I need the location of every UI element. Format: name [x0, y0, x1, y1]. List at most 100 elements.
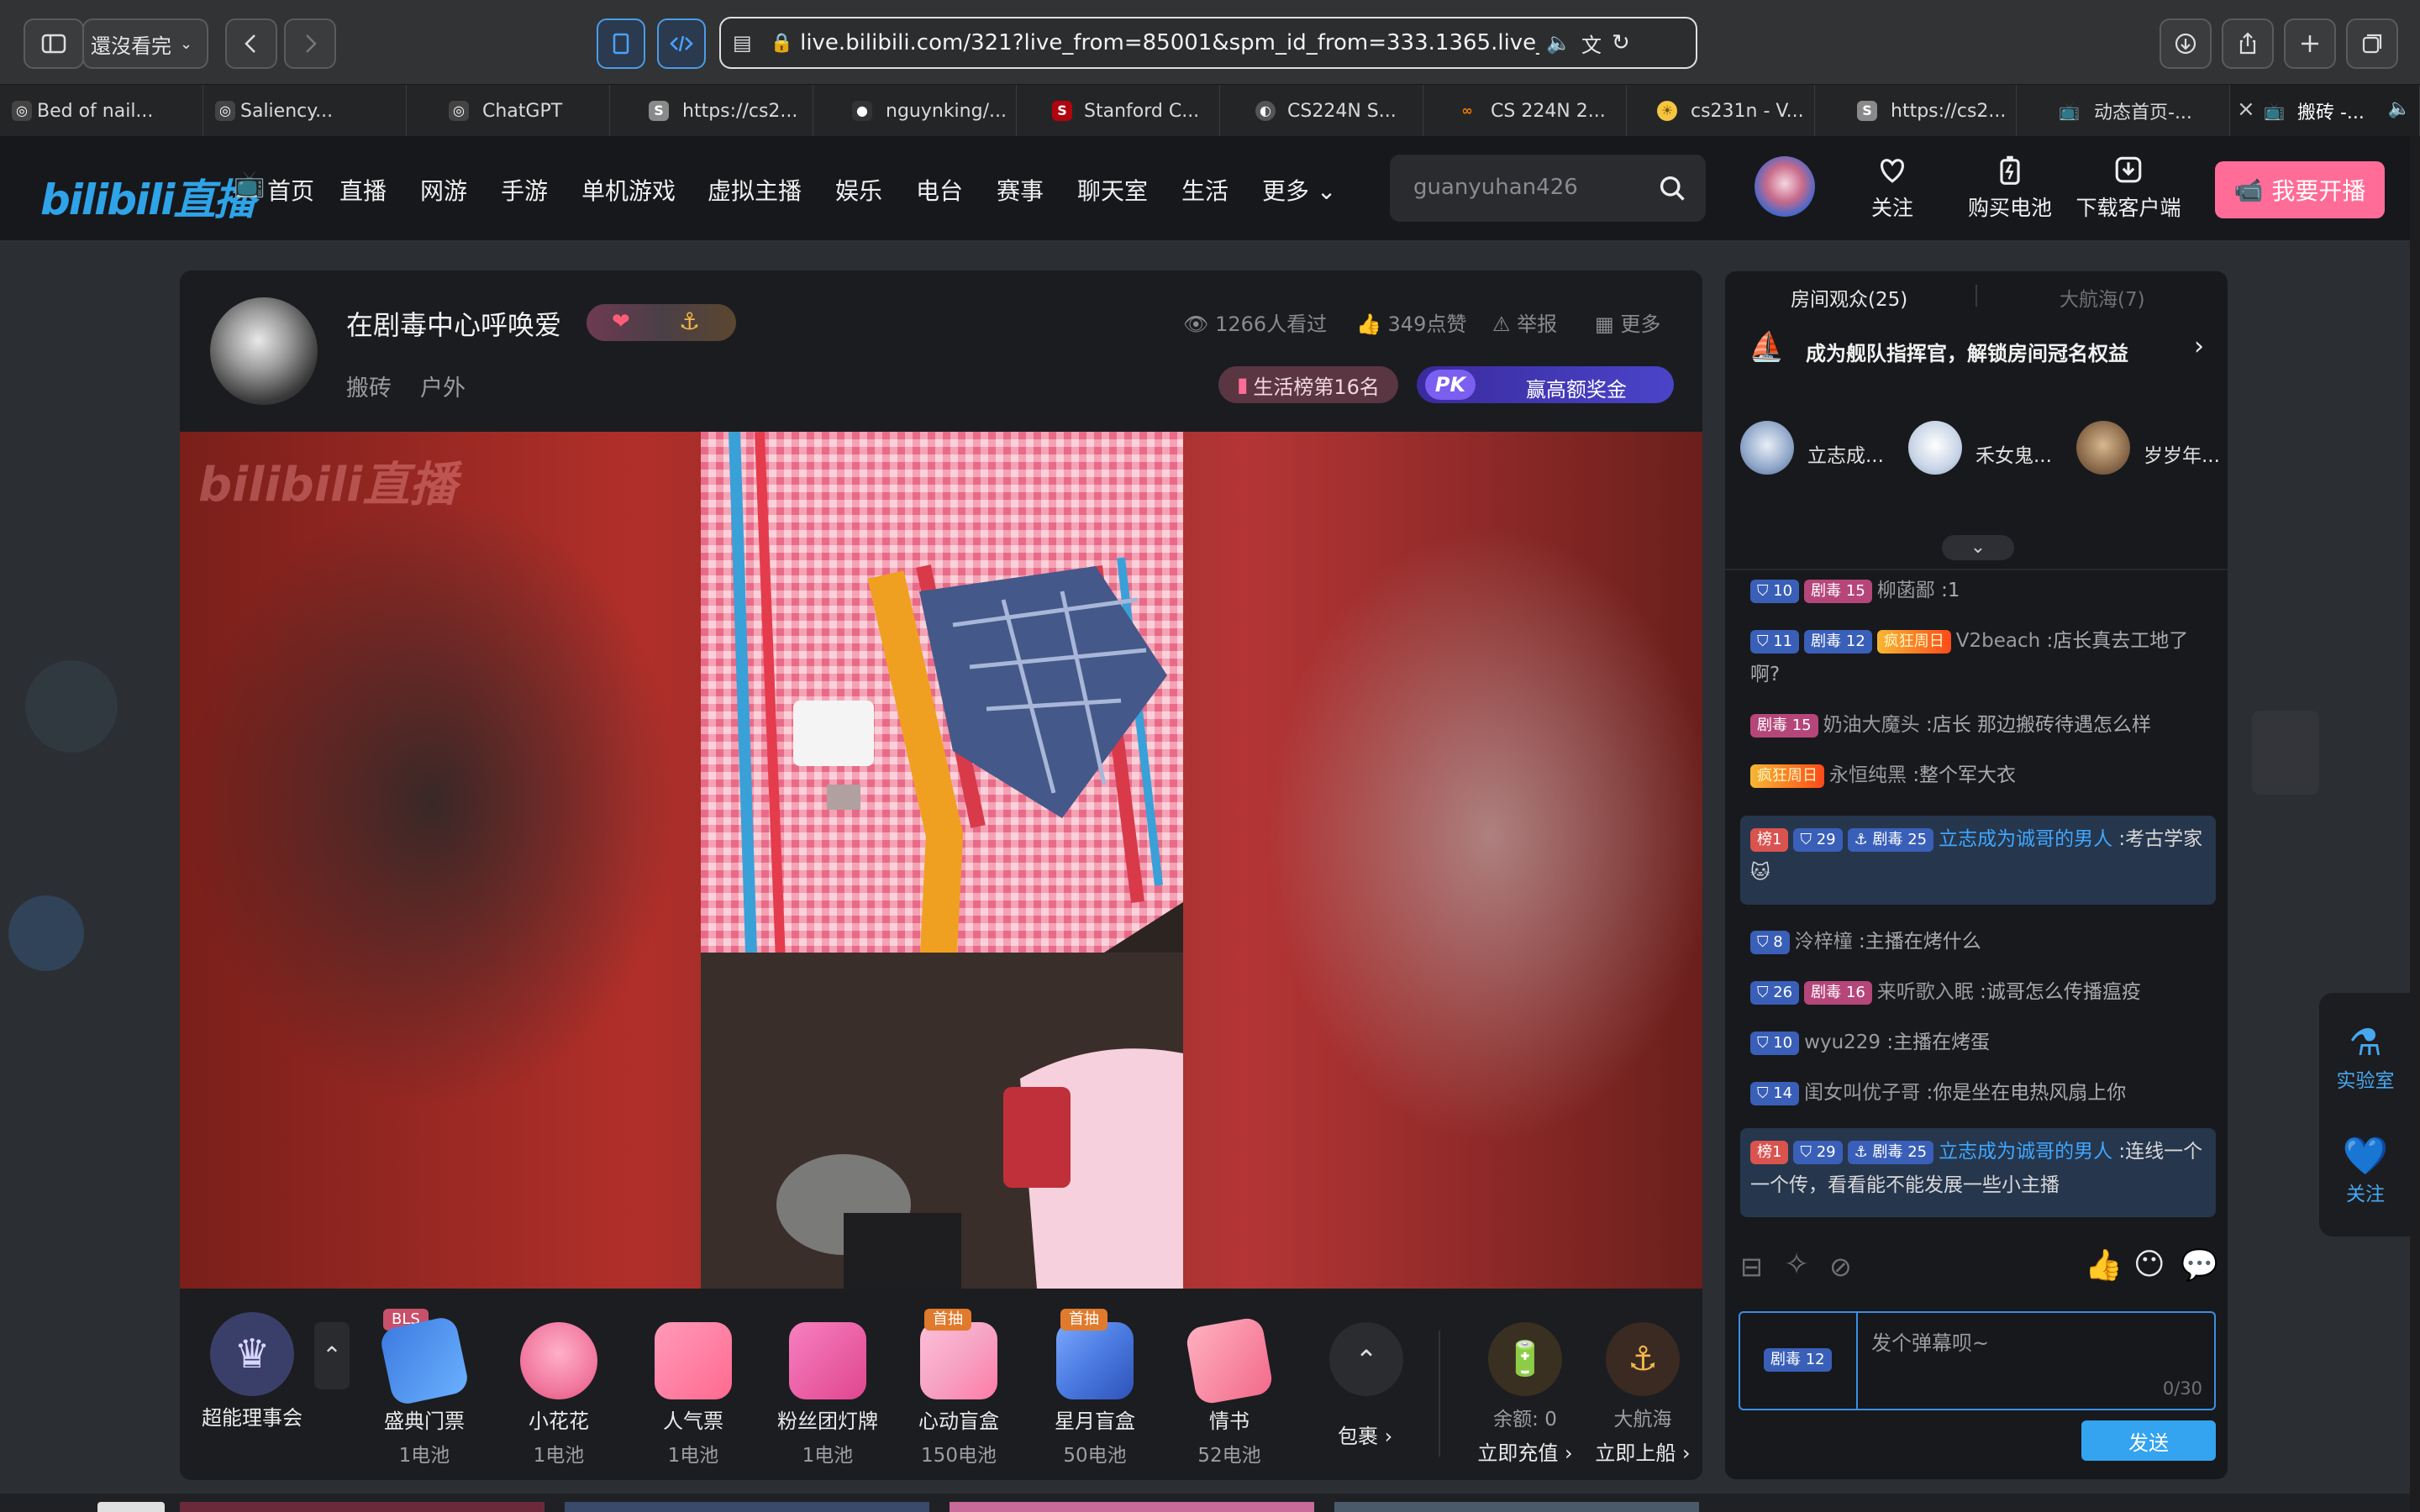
block-danmaku-icon[interactable]: ⊘: [1829, 1251, 1852, 1283]
browser-tab[interactable]: ● nguynking/...: [813, 85, 1017, 137]
close-tab-icon[interactable]: ×: [2237, 97, 2255, 122]
chat-message[interactable]: ⛉ 14 闺女叫优子哥 :你是坐在电热风扇上你: [1750, 1076, 2217, 1110]
gift-item[interactable]: 小花花 1电池: [504, 1322, 613, 1467]
browser-tab[interactable]: Shttps://cs2...: [1815, 85, 2017, 137]
browser-tab-active[interactable]: × 📺 搬砖 -... 🔈: [2230, 85, 2420, 137]
gift-item[interactable]: 人气票 1电池: [639, 1322, 748, 1467]
gift-item[interactable]: 粉丝团灯牌 1电池: [773, 1322, 882, 1467]
room-thumbnail[interactable]: [180, 1502, 544, 1512]
user-avatar[interactable]: [1754, 156, 1815, 217]
strip-tab[interactable]: [97, 1502, 165, 1512]
chat-message[interactable]: ⛉ 8 泠梓橦 :主播在烤什么: [1750, 925, 2217, 958]
lab-button[interactable]: ⚗ 实验室: [2319, 1021, 2412, 1093]
expand-viewers-icon[interactable]: ⌄: [1942, 535, 2014, 560]
nav-single-player[interactable]: 单机游戏: [581, 173, 676, 207]
search-box[interactable]: guanyuhan426: [1390, 155, 1706, 222]
url-text[interactable]: live.bilibili.com/321?live_from=85001&sp…: [800, 30, 1539, 55]
browser-tab[interactable]: Shttps://cs2...: [610, 85, 813, 137]
super-council-button[interactable]: ♛ 超能理事会: [193, 1312, 311, 1431]
page-scrollbar[interactable]: [2410, 136, 2420, 1512]
chat-message-highlighted[interactable]: 榜1 ⛉ 29 ⚓ 剧毒 25 立志成为诚哥的男人 :连线一个一个传，看看能不能发展一…: [1740, 1128, 2216, 1217]
live-video[interactable]: bilibili直播: [180, 432, 1702, 1289]
danmaku-style-icon[interactable]: ⊟: [1740, 1251, 1763, 1283]
viewer-item[interactable]: 岁岁年...: [2076, 421, 2228, 488]
emoji-icon[interactable]: 😶: [2133, 1247, 2165, 1282]
translate-icon[interactable]: 文: [1581, 29, 1602, 58]
room-thumbnail[interactable]: [1334, 1502, 1699, 1512]
browser-tab[interactable]: ◎ ChatGPT: [407, 85, 610, 137]
tab-room-audience[interactable]: 房间观众(25): [1791, 283, 1907, 312]
chat-message-highlighted[interactable]: 榜1 ⛉ 29 ⚓ 剧毒 25 立志成为诚哥的男人 :考古学家🐱: [1740, 816, 2216, 905]
gift-item[interactable]: 首抽 心动盲盒 150电池: [904, 1309, 1013, 1467]
nav-entertainment[interactable]: 娱乐: [835, 173, 882, 207]
guard-button[interactable]: ⚓ 大航海 立即上船 ›: [1588, 1322, 1697, 1466]
browser-tab[interactable]: ◎ Bed of nail...: [0, 85, 203, 137]
reload-icon[interactable]: ↻: [1612, 30, 1630, 55]
page-settings-icon[interactable]: ▤: [733, 31, 752, 55]
page-icon[interactable]: [597, 18, 645, 69]
guard-banner[interactable]: ⛵ 成为舰队指挥官，解锁房间冠名权益 ›: [1725, 318, 2228, 377]
forward-button[interactable]: [284, 18, 336, 69]
chat-message[interactable]: ⛉ 10 wyu229 :主播在烤蛋: [1750, 1026, 2217, 1059]
viewer-item[interactable]: 禾女鬼...: [1908, 421, 2076, 488]
nav-online-games[interactable]: 网游: [420, 173, 467, 207]
send-button[interactable]: 发送: [2081, 1420, 2216, 1461]
browser-tab[interactable]: 📺 动态首页-...: [2017, 85, 2230, 137]
nav-chatroom[interactable]: 聊天室: [1077, 173, 1148, 207]
chat-message[interactable]: ⛉ 10 剧毒 15 柳菡鄙 :1: [1750, 574, 2217, 607]
area-tag[interactable]: 户外: [420, 370, 466, 402]
search-icon[interactable]: [1657, 173, 1687, 203]
nav-mobile-games[interactable]: 手游: [501, 173, 548, 207]
pk-badge[interactable]: PK 赢高额奖金: [1417, 366, 1674, 403]
sparkle-icon[interactable]: ✧: [1784, 1247, 1809, 1282]
mute-tab-icon[interactable]: 🔈: [2388, 98, 2411, 119]
chat-message[interactable]: 疯狂周日 永恒纯黑 :整个军大衣: [1750, 759, 2217, 792]
share-icon[interactable]: [2222, 18, 2274, 69]
follow-side-button[interactable]: 💙 关注: [2319, 1134, 2412, 1206]
thumbs-up-emoji-icon[interactable]: 👍: [2085, 1247, 2123, 1283]
streamer-badges[interactable]: ❤ ⚓: [587, 304, 736, 341]
rank-badge[interactable]: ▮ 生活榜第16名: [1218, 366, 1398, 403]
download-client-button[interactable]: 下载客户端: [2074, 153, 2183, 222]
nav-radio[interactable]: 电台: [916, 173, 963, 207]
chat-message[interactable]: ⛉ 11 剧毒 12 疯狂周日 V2beach :店长真去工地了啊?: [1750, 624, 2217, 691]
danmaku-input[interactable]: 发个弹幕呗~: [1871, 1326, 1989, 1356]
browser-tab[interactable]: ◐ CS224N S...: [1220, 85, 1423, 137]
bag-button[interactable]: 包裹 ›: [1338, 1420, 1392, 1449]
gift-item[interactable]: 首抽 星月盲盒 50电池: [1040, 1309, 1150, 1467]
start-live-button[interactable]: 📹 我要开播: [2215, 161, 2385, 218]
sidebar-toggle-icon[interactable]: [24, 18, 84, 69]
chat-message[interactable]: 剧毒 15 奶油大魔头 :店长 那边搬砖待遇怎么样: [1750, 708, 2217, 742]
tab-overview-icon[interactable]: [2346, 18, 2398, 69]
browser-tab[interactable]: ∞ CS 224N 2...: [1423, 85, 1627, 137]
nav-vtuber[interactable]: 虚拟主播: [708, 173, 802, 207]
chat-bubble-icon[interactable]: 💬: [2181, 1247, 2218, 1283]
report-button[interactable]: ⚠ 举报: [1492, 307, 1557, 337]
nav-life[interactable]: 生活: [1181, 173, 1228, 207]
nav-esports[interactable]: 赛事: [997, 173, 1044, 207]
address-bar[interactable]: ▤ 🔒 live.bilibili.com/321?live_from=8500…: [719, 17, 1697, 69]
new-tab-icon[interactable]: [2284, 18, 2336, 69]
danmaku-input-box[interactable]: 剧毒 12 发个弹幕呗~ 0/30: [1739, 1311, 2216, 1410]
browser-tab[interactable]: ☀ cs231n - V...: [1627, 85, 1815, 137]
nav-more[interactable]: 更多 ⌄: [1262, 173, 1336, 207]
browser-tab[interactable]: ◎ Saliency...: [203, 85, 407, 137]
recharge-button[interactable]: 🔋 余额: 0 立即充值 ›: [1470, 1322, 1580, 1466]
room-thumbnail[interactable]: [565, 1502, 929, 1512]
viewer-item[interactable]: 立志成...: [1740, 421, 1908, 488]
search-input[interactable]: guanyuhan426: [1413, 175, 1578, 200]
nav-live[interactable]: 直播: [339, 173, 387, 207]
like-button[interactable]: 👍 349点赞: [1356, 307, 1466, 337]
back-button[interactable]: [225, 18, 277, 69]
gift-item[interactable]: BLS 盛典门票 1电池: [370, 1309, 479, 1467]
tab-guard[interactable]: 大航海(7): [2060, 283, 2145, 312]
gift-item[interactable]: 情书 52电池: [1175, 1315, 1284, 1467]
medal-selector[interactable]: 剧毒 12: [1740, 1313, 1858, 1409]
nav-home[interactable]: 首页: [267, 173, 314, 207]
download-icon[interactable]: [2160, 18, 2212, 69]
bilibili-live-logo[interactable]: bilibili直播: [40, 166, 255, 227]
chat-message[interactable]: ⛉ 26 剧毒 16 来听歌入眠 :诚哥怎么传播瘟疫: [1750, 975, 2217, 1009]
expand-gifts-icon[interactable]: ⌃: [1329, 1322, 1403, 1396]
code-icon[interactable]: [657, 18, 706, 69]
more-button[interactable]: ▦ 更多: [1595, 307, 1660, 337]
